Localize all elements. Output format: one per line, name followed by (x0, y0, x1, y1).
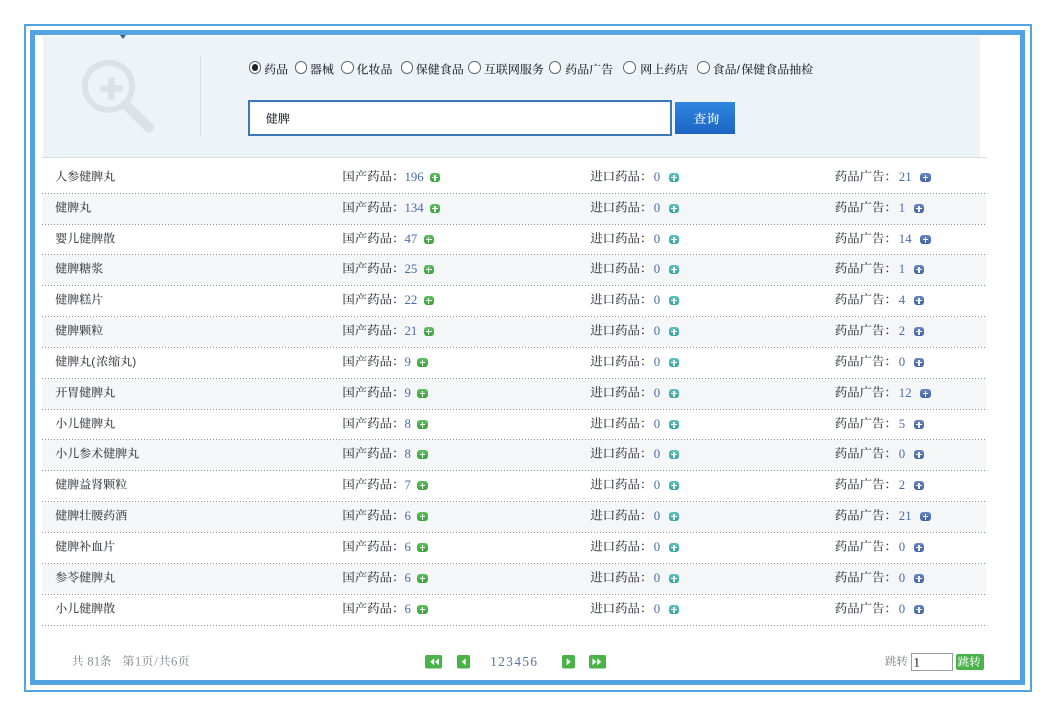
svg-text:0: 0 (654, 355, 660, 369)
svg-text:): ) (132, 355, 136, 369)
svg-text:6: 6 (405, 509, 412, 523)
svg-text:81: 81 (87, 655, 100, 669)
svg-text:6: 6 (405, 540, 412, 554)
svg-text:1: 1 (899, 201, 905, 215)
svg-text:8: 8 (405, 447, 411, 461)
svg-text:0: 0 (654, 324, 660, 338)
svg-text:6: 6 (405, 602, 412, 616)
svg-text:0: 0 (654, 571, 660, 585)
svg-text:0: 0 (654, 386, 660, 400)
svg-text:2: 2 (899, 324, 905, 338)
svg-text:1: 1 (914, 656, 920, 670)
svg-text:47: 47 (405, 232, 418, 246)
svg-text:0: 0 (899, 602, 905, 616)
svg-text:1: 1 (899, 262, 905, 276)
svg-text:4: 4 (899, 293, 906, 307)
svg-text:25: 25 (405, 262, 418, 276)
svg-text:196: 196 (405, 170, 425, 184)
svg-text:0: 0 (899, 571, 905, 585)
svg-text:0: 0 (654, 478, 660, 492)
svg-text:/: / (154, 655, 158, 669)
svg-text:0: 0 (654, 293, 660, 307)
svg-text:0: 0 (899, 447, 905, 461)
svg-text:21: 21 (899, 170, 912, 184)
svg-text:0: 0 (654, 417, 660, 431)
svg-text:1: 1 (135, 655, 141, 669)
svg-text:7: 7 (405, 478, 412, 492)
svg-text:0: 0 (654, 262, 660, 276)
svg-text:0: 0 (654, 540, 660, 554)
svg-text:(: ( (91, 355, 95, 369)
svg-text:6: 6 (171, 655, 178, 669)
svg-text:22: 22 (405, 293, 418, 307)
svg-text:8: 8 (405, 417, 411, 431)
svg-text:0: 0 (654, 201, 660, 215)
svg-text:9: 9 (405, 355, 411, 369)
svg-text:12: 12 (899, 386, 912, 400)
svg-text:0: 0 (654, 170, 660, 184)
svg-text:5: 5 (899, 417, 905, 431)
svg-text:6: 6 (405, 571, 412, 585)
svg-text:134: 134 (405, 201, 425, 215)
svg-text:2: 2 (899, 478, 905, 492)
svg-text:9: 9 (405, 386, 411, 400)
svg-text:123456: 123456 (490, 654, 538, 669)
svg-text:0: 0 (654, 232, 660, 246)
svg-text:/: / (737, 63, 741, 77)
svg-text:21: 21 (405, 324, 418, 338)
svg-text:0: 0 (654, 602, 660, 616)
svg-text:0: 0 (899, 540, 905, 554)
svg-text:0: 0 (654, 447, 660, 461)
svg-text:0: 0 (654, 509, 660, 523)
svg-text:14: 14 (899, 232, 912, 246)
svg-text:0: 0 (899, 355, 905, 369)
svg-text:21: 21 (899, 509, 912, 523)
